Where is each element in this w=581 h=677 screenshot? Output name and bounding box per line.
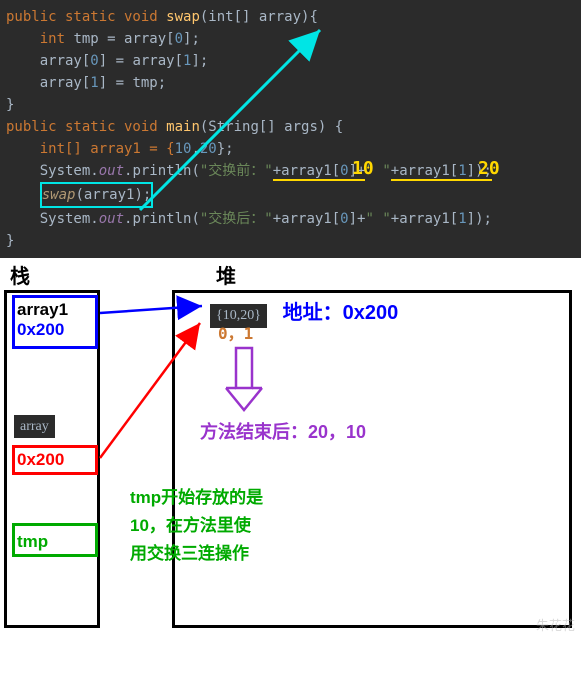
java-code-block: public static void swap(int[] array){ in… bbox=[0, 0, 581, 258]
code-line-swap-call: swap(array1); bbox=[6, 182, 581, 208]
annotation-value-20: 20 bbox=[478, 158, 500, 180]
code-line-array1-assign: array[1] = tmp; bbox=[6, 72, 581, 94]
code-line-array0-assign: array[0] = array[1]; bbox=[6, 50, 581, 72]
code-line-array1-decl: int[] array1 = {10,20}; bbox=[6, 138, 581, 160]
annotation-value-10: 10 bbox=[352, 158, 374, 180]
stack-var-array: array bbox=[12, 413, 98, 437]
code-line-closebrace-1: } bbox=[6, 94, 581, 116]
code-line-swap-signature: public static void swap(int[] array){ bbox=[6, 6, 581, 28]
heap-indices: 0，1 bbox=[218, 320, 253, 344]
label-heap: 堆 bbox=[216, 260, 236, 289]
stack-var-array-addr: 0x200 bbox=[12, 445, 98, 475]
watermark: 朱花花 bbox=[536, 615, 575, 634]
code-line-main-signature: public static void main(String[] args) { bbox=[6, 116, 581, 138]
tmp-explanation: tmp开始存放的是 10，在方法里使 用交换三连操作 bbox=[130, 484, 263, 568]
stack-var-array1: array1 0x200 bbox=[12, 295, 98, 349]
code-line-tmp-assign: int tmp = array[0]; bbox=[6, 28, 581, 50]
stack-var-tmp: tmp bbox=[12, 523, 98, 557]
code-line-println-after: System.out.println("交换后："+array1[0]+" "+… bbox=[6, 208, 581, 230]
stack-region: array1 0x200 array 0x200 tmp bbox=[4, 290, 100, 628]
memory-diagram: 栈 堆 array1 0x200 array 0x200 tmp {10,20}… bbox=[0, 258, 581, 638]
label-stack: 栈 bbox=[10, 260, 30, 289]
code-line-closebrace-2: } bbox=[6, 230, 581, 252]
heap-result-text: 方法结束后：20，10 bbox=[200, 418, 366, 444]
